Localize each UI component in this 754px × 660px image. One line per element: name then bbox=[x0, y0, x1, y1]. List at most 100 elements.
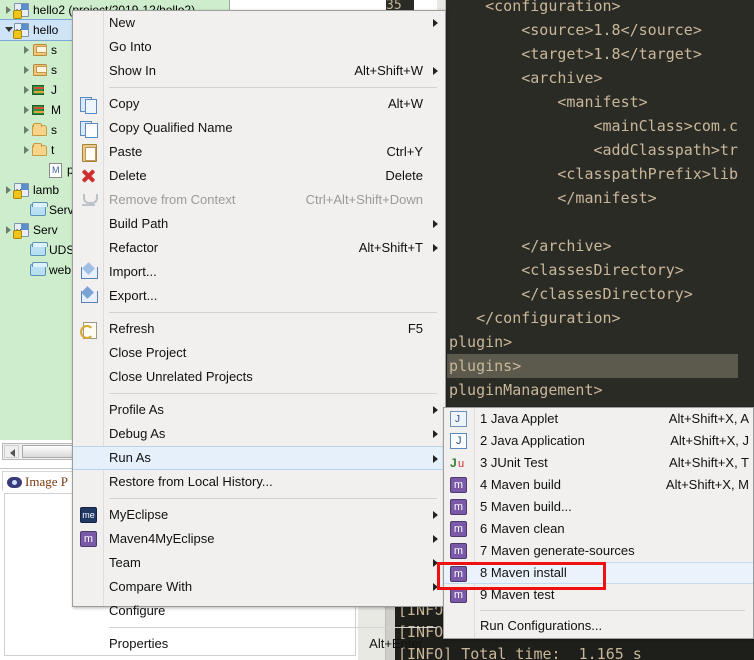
tree-row-label: lamb bbox=[33, 183, 60, 197]
tab-image-preview-label: Image P bbox=[25, 474, 68, 489]
submenu-item-9-maven-test[interactable]: 9 Maven test bbox=[444, 584, 753, 606]
twisty-collapsed-icon[interactable] bbox=[22, 60, 31, 80]
eye-icon bbox=[7, 477, 22, 488]
menu-item-compare-with[interactable]: Compare With bbox=[73, 575, 445, 599]
tree-row-label: UDS bbox=[49, 243, 75, 257]
code-line: <classpathPrefix>lib bbox=[449, 165, 738, 183]
submenu-item-label: 7 Maven generate-sources bbox=[480, 543, 635, 558]
submenu-item-label: 8 Maven install bbox=[480, 565, 567, 580]
code-line: <mainClass>com.c bbox=[449, 117, 738, 135]
code-line: </archive> bbox=[449, 237, 612, 255]
menu-item-team[interactable]: Team bbox=[73, 551, 445, 575]
twisty-collapsed-icon[interactable] bbox=[4, 180, 13, 200]
menu-item-configure[interactable]: Configure bbox=[73, 599, 445, 623]
menu-item-label: Show In bbox=[109, 63, 156, 78]
menu-item-profile-as[interactable]: Profile As bbox=[73, 398, 445, 422]
menu-item-label: Debug As bbox=[109, 426, 166, 441]
menu-item-close-unrelated-projects[interactable]: Close Unrelated Projects bbox=[73, 365, 445, 389]
submenu-item-3-junit-test[interactable]: 3 JUnit Test Alt+Shift+X, T bbox=[444, 452, 753, 474]
code-line: </configuration> bbox=[449, 309, 621, 327]
menu-item-debug-as[interactable]: Debug As bbox=[73, 422, 445, 446]
maven-icon bbox=[450, 587, 467, 603]
submenu-item-7-maven-generate-sources[interactable]: 7 Maven generate-sources bbox=[444, 540, 753, 562]
submenu-item-6-maven-clean[interactable]: 6 Maven clean bbox=[444, 518, 753, 540]
project-context-menu[interactable]: New Go Into Show In Alt+Shift+W Copy Alt+W Cop… bbox=[72, 10, 446, 651]
paste-icon bbox=[80, 144, 97, 162]
submenu-arrow-icon bbox=[433, 430, 438, 438]
editor-code-text[interactable]: <configuration> <source>1.8</source> <ta… bbox=[447, 0, 738, 426]
tree-row-label: t bbox=[51, 143, 55, 157]
menu-item-refactor[interactable]: Refactor Alt+Shift+T bbox=[73, 236, 445, 260]
submenu-item-shortcut: Alt+Shift+X, J bbox=[670, 433, 749, 448]
folder-icon bbox=[31, 120, 49, 140]
menu-item-close-project[interactable]: Close Project bbox=[73, 341, 445, 365]
twisty-collapsed-icon[interactable] bbox=[22, 40, 31, 60]
maven-icon bbox=[450, 477, 467, 493]
menu-item-go-into[interactable]: Go Into bbox=[73, 35, 445, 59]
submenu-arrow-icon bbox=[433, 19, 438, 27]
menu-item-shortcut: Alt+Shift+W bbox=[354, 63, 423, 78]
twisty-collapsed-icon[interactable] bbox=[4, 220, 13, 240]
run-as-submenu[interactable]: 1 Java Applet Alt+Shift+X, A 2 Java Applic… bbox=[443, 407, 754, 639]
twisty-collapsed-icon[interactable] bbox=[22, 140, 31, 160]
menu-item-label: Properties bbox=[109, 636, 169, 651]
menu-item-build-path[interactable]: Build Path bbox=[73, 212, 445, 236]
maven-project-warning-icon bbox=[13, 0, 31, 23]
menu-separator bbox=[109, 627, 437, 628]
tree-row-label: Serv bbox=[33, 223, 58, 237]
submenu-item-4-maven-build[interactable]: 4 Maven build Alt+Shift+X, M bbox=[444, 474, 753, 496]
copy-qualified-name-icon bbox=[80, 120, 98, 138]
submenu-item-5-maven-build[interactable]: 5 Maven build... bbox=[444, 496, 753, 518]
submenu-item-8-maven-install[interactable]: 8 Maven install bbox=[444, 562, 753, 584]
submenu-item-run-configurations[interactable]: Run Configurations... bbox=[444, 615, 753, 637]
menu-item-run-as[interactable]: Run As bbox=[73, 446, 445, 470]
menu-item-label: Close Unrelated Projects bbox=[109, 369, 253, 384]
menu-item-label: Copy bbox=[109, 96, 140, 111]
junit-icon bbox=[450, 455, 467, 472]
submenu-item-label: 6 Maven clean bbox=[480, 521, 565, 536]
menu-item-paste[interactable]: Paste Ctrl+Y bbox=[73, 140, 445, 164]
twisty-expanded-icon[interactable] bbox=[4, 20, 13, 40]
menu-item-copy[interactable]: Copy Alt+W bbox=[73, 92, 445, 116]
eclipse-ide-screenshot: <configuration> <source>1.8</source> <ta… bbox=[0, 0, 754, 660]
menu-item-show-in[interactable]: Show In Alt+Shift+W bbox=[73, 59, 445, 83]
menu-item-label: Import... bbox=[109, 264, 157, 279]
submenu-arrow-icon bbox=[433, 406, 438, 414]
menu-item-export[interactable]: Export... bbox=[73, 284, 445, 308]
code-line: </classesDirectory> bbox=[449, 285, 693, 303]
submenu-item-label: Run Configurations... bbox=[480, 618, 603, 633]
maven-icon bbox=[450, 543, 467, 559]
code-line: <target>1.8</target> bbox=[449, 45, 702, 63]
export-icon bbox=[80, 288, 98, 304]
submenu-item-label: 3 JUnit Test bbox=[480, 455, 548, 470]
menu-item-myeclipse[interactable]: MyEclipse bbox=[73, 503, 445, 527]
menu-item-label: Configure bbox=[109, 603, 166, 618]
submenu-item-label: 9 Maven test bbox=[480, 587, 555, 602]
submenu-item-2-java-application[interactable]: 2 Java Application Alt+Shift+X, J bbox=[444, 430, 753, 452]
tree-row-label: web bbox=[49, 263, 72, 277]
submenu-item-shortcut: Alt+Shift+X, M bbox=[665, 477, 749, 492]
twisty-collapsed-icon[interactable] bbox=[22, 100, 31, 120]
menu-item-refresh[interactable]: Refresh F5 bbox=[73, 317, 445, 341]
menu-item-delete[interactable]: Delete Delete bbox=[73, 164, 445, 188]
menu-item-shortcut: Ctrl+Y bbox=[386, 144, 423, 159]
submenu-item-1-java-applet[interactable]: 1 Java Applet Alt+Shift+X, A bbox=[444, 408, 753, 430]
menu-item-restore-from-local-history[interactable]: Restore from Local History... bbox=[73, 470, 445, 494]
menu-item-label: Restore from Local History... bbox=[109, 474, 273, 489]
menu-item-properties[interactable]: Properties Alt+Enter bbox=[73, 632, 445, 656]
menu-item-maven4myeclipse[interactable]: Maven4MyEclipse bbox=[73, 527, 445, 551]
twisty-collapsed-icon[interactable] bbox=[22, 80, 31, 100]
twisty-collapsed-icon[interactable] bbox=[4, 0, 13, 20]
menu-separator bbox=[109, 87, 437, 88]
menu-item-import[interactable]: Import... bbox=[73, 260, 445, 284]
twisty-collapsed-icon[interactable] bbox=[22, 120, 31, 140]
tab-image-preview[interactable]: Image P bbox=[2, 471, 75, 491]
menu-item-copy-qualified-name[interactable]: Copy Qualified Name bbox=[73, 116, 445, 140]
server-folder-icon bbox=[29, 240, 48, 260]
menu-item-shortcut: Alt+W bbox=[387, 96, 423, 111]
scroll-left-arrow-icon[interactable] bbox=[4, 445, 19, 458]
server-folder-icon bbox=[29, 260, 48, 280]
server-folder-icon bbox=[29, 200, 48, 220]
menu-item-new[interactable]: New bbox=[73, 11, 445, 35]
